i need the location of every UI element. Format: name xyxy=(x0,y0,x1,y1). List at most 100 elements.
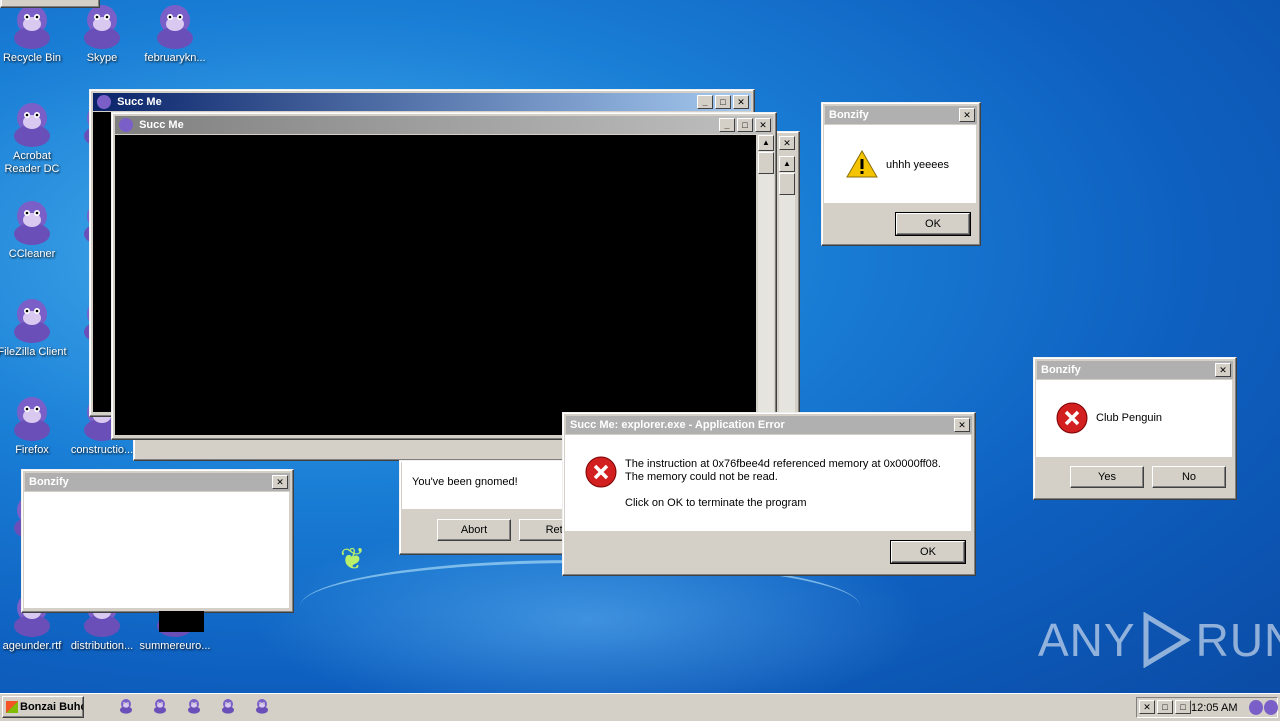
minimize-button[interactable]: _ xyxy=(697,95,713,109)
console-area[interactable] xyxy=(115,135,756,435)
quick-launch-bonzi-icon[interactable] xyxy=(118,698,134,714)
yes-button[interactable]: Yes xyxy=(1070,466,1144,488)
bonzi-gorilla-icon xyxy=(14,5,50,49)
system-tray: ✕ □ □ 12:05 AM xyxy=(1136,697,1278,718)
window-icon xyxy=(97,95,111,110)
scroll-up-button[interactable]: ▲ xyxy=(779,156,795,172)
desktop-icon[interactable]: CCleaner xyxy=(0,198,70,261)
anyrun-watermark: ANY RUN xyxy=(1038,612,1280,668)
window-title: Succ Me xyxy=(117,96,162,108)
error-icon xyxy=(1056,402,1088,434)
close-button[interactable]: ✕ xyxy=(272,475,288,489)
dialog-body xyxy=(24,492,289,608)
close-button[interactable]: ✕ xyxy=(733,95,749,109)
window-icon xyxy=(119,118,133,133)
windows-logo-icon xyxy=(6,701,18,714)
title-bar[interactable]: Bonzify ✕ xyxy=(25,473,290,491)
dialog-body xyxy=(565,435,971,531)
tray-bonzi-icon xyxy=(1249,700,1263,715)
close-button[interactable]: ✕ xyxy=(959,108,975,122)
play-logo-icon xyxy=(1143,612,1191,668)
question-message: Club Penguin xyxy=(1096,412,1163,424)
desktop-icon[interactable]: Acrobat Reader DC xyxy=(0,100,70,176)
quick-launch-bonzi-icon[interactable] xyxy=(254,698,270,714)
black-rectangle xyxy=(159,611,204,632)
gnome-message: You've been gnomed! xyxy=(412,476,518,488)
watermark-right: RUN xyxy=(1195,614,1280,666)
desktop-icon-label: Recycle Bin xyxy=(2,52,62,64)
bonzi-gorilla-icon xyxy=(14,397,50,441)
quick-launch-bonzi-icon[interactable] xyxy=(220,698,236,714)
bonzi-gorilla-icon xyxy=(14,299,50,343)
scroll-up-button[interactable]: ▲ xyxy=(758,135,774,151)
bonzi-gorilla-icon xyxy=(84,5,120,49)
offscreen-window-fragment[interactable] xyxy=(0,0,100,8)
task-label: Bonzai Buhc xyxy=(20,701,84,713)
window-title: Succ Me: explorer.exe - Application Erro… xyxy=(570,419,785,431)
scroll-thumb[interactable] xyxy=(779,173,795,195)
warning-icon xyxy=(846,150,878,178)
clock: 12:05 AM xyxy=(1191,702,1238,714)
bonzify-warning-dialog[interactable]: Bonzify ✕ uhhh yeeees OK xyxy=(821,102,981,246)
desktop-icon-label: CCleaner xyxy=(8,248,56,260)
scroll-thumb[interactable] xyxy=(758,152,774,174)
taskbar: Bonzai Buhc ✕ □ □ 12:05 AM xyxy=(0,693,1280,721)
desktop-icon[interactable]: februarykn... xyxy=(137,2,213,65)
desktop-icon-label: FileZilla Client xyxy=(0,346,67,358)
maximize-button[interactable]: □ xyxy=(737,118,753,132)
error-line-2: The memory could not be read. xyxy=(625,471,778,483)
desktop-icon[interactable]: Skype xyxy=(64,2,140,65)
desktop-icon-label: summereuro... xyxy=(139,640,211,652)
tray-close-icon[interactable]: ✕ xyxy=(1139,700,1155,714)
title-bar[interactable]: Bonzify ✕ xyxy=(825,106,977,124)
desktop-icon[interactable]: Firefox xyxy=(0,394,70,457)
desktop-icon-label: distribution... xyxy=(70,640,134,652)
watermark-left: ANY xyxy=(1038,614,1136,666)
bonzify-empty-dialog[interactable]: Bonzify ✕ xyxy=(21,469,294,613)
desktop-icon[interactable]: Recycle Bin xyxy=(0,2,70,65)
warning-message: uhhh yeeees xyxy=(886,159,949,171)
maximize-button[interactable]: □ xyxy=(715,95,731,109)
bonzi-gorilla-icon xyxy=(14,201,50,245)
succ-me-window-front[interactable]: Succ Me _ □ ✕ ▲ xyxy=(111,112,777,440)
no-button[interactable]: No xyxy=(1152,466,1226,488)
desktop-icon-label: februarykn... xyxy=(144,52,206,64)
close-button[interactable]: ✕ xyxy=(755,118,771,132)
quick-launch-bonzi-icon[interactable] xyxy=(186,698,202,714)
error-line-1: The instruction at 0x76fbee4d referenced… xyxy=(625,458,941,470)
bonzify-question-dialog[interactable]: Bonzify ✕ Club Penguin Yes No xyxy=(1033,357,1237,500)
desktop-icon[interactable]: FileZilla Client xyxy=(0,296,70,359)
window-title: Bonzify xyxy=(829,109,869,121)
desktop-icon-label: Skype xyxy=(86,52,118,64)
desktop-icon-label: Acrobat Reader DC xyxy=(4,150,60,175)
title-bar[interactable]: Succ Me _ □ ✕ xyxy=(115,116,773,134)
desktop-icon-label: Firefox xyxy=(15,444,49,456)
ok-button[interactable]: OK xyxy=(895,212,971,236)
tray-maximize-icon[interactable]: □ xyxy=(1175,700,1191,714)
desktop-icon-label: ageunder.rtf xyxy=(2,640,62,652)
abort-button[interactable]: Abort xyxy=(437,519,511,541)
title-bar[interactable]: Bonzify ✕ xyxy=(1037,361,1233,379)
window-title: Succ Me xyxy=(139,119,184,131)
tray-bonzi-icon xyxy=(1264,700,1278,715)
quick-launch-bonzi-icon[interactable] xyxy=(152,698,168,714)
error-line-3: Click on OK to terminate the program xyxy=(625,497,807,509)
desktop-icon-label: constructio... xyxy=(70,444,134,456)
taskbar-task-button[interactable]: Bonzai Buhc xyxy=(2,696,84,718)
tray-restore-icon[interactable]: □ xyxy=(1157,700,1173,714)
title-bar[interactable]: Succ Me _ □ ✕ xyxy=(93,93,751,111)
vertical-scrollbar[interactable]: ▲ xyxy=(758,135,774,435)
title-bar[interactable]: Succ Me: explorer.exe - Application Erro… xyxy=(566,416,972,434)
desktop-leaf-decoration: ❦ xyxy=(340,543,366,576)
ok-button[interactable]: OK xyxy=(890,540,966,564)
close-button[interactable]: ✕ xyxy=(954,418,970,432)
vertical-scrollbar[interactable]: ▲ xyxy=(779,156,795,451)
bonzi-gorilla-icon xyxy=(157,5,193,49)
close-button[interactable]: ✕ xyxy=(1215,363,1231,377)
minimize-button[interactable]: _ xyxy=(719,118,735,132)
close-button[interactable]: ✕ xyxy=(779,136,795,150)
error-icon xyxy=(585,456,617,488)
window-title: Bonzify xyxy=(29,476,69,488)
window-title: Bonzify xyxy=(1041,364,1081,376)
application-error-dialog[interactable]: Succ Me: explorer.exe - Application Erro… xyxy=(562,412,976,576)
